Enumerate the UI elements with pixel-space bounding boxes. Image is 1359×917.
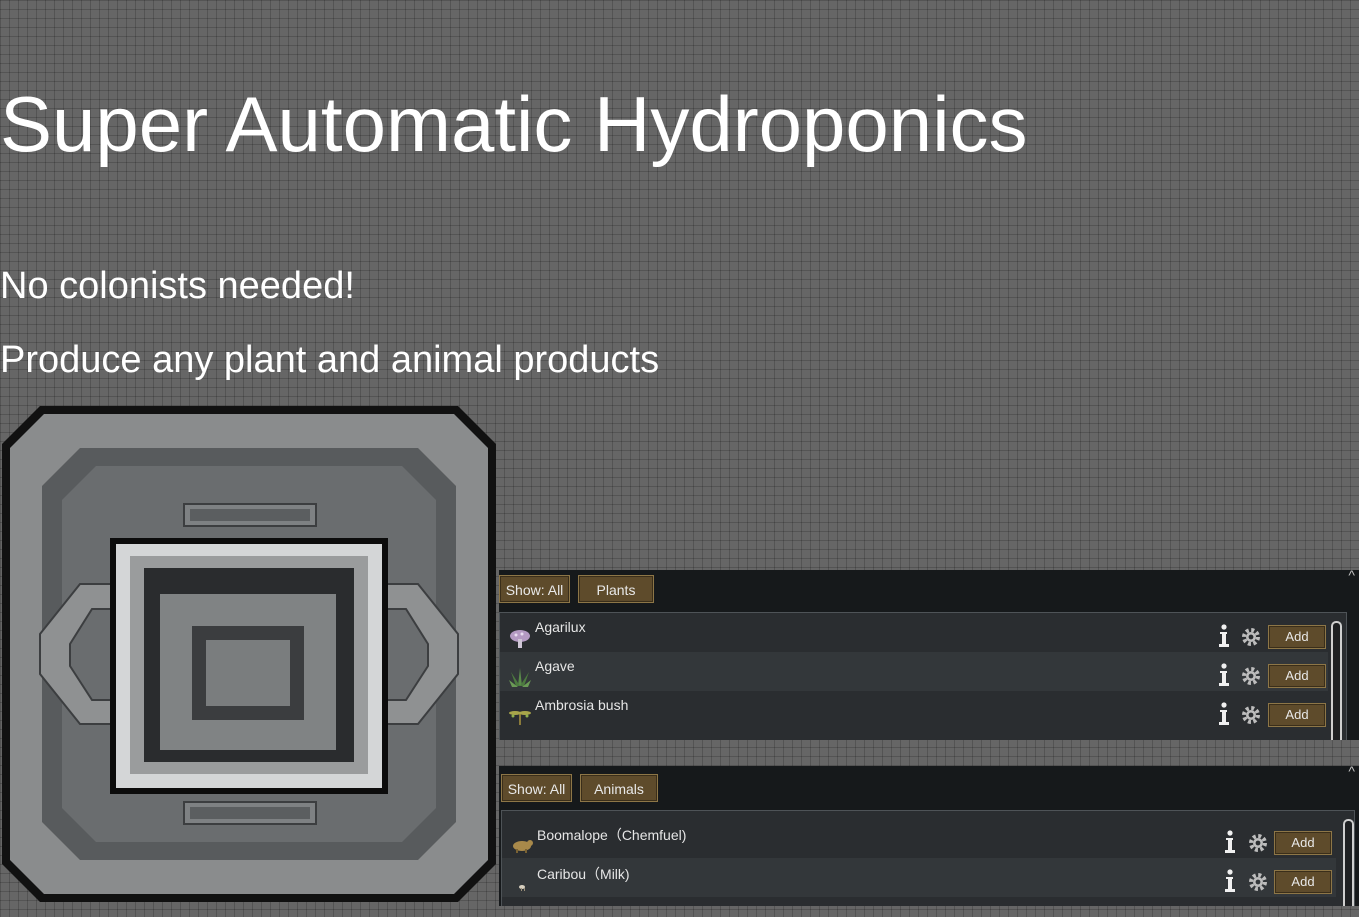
- gear-icon[interactable]: [1241, 705, 1261, 725]
- collapse-arrow-icon[interactable]: ^: [1348, 570, 1355, 583]
- list-item: Agarilux Add: [500, 613, 1328, 652]
- scrollbar[interactable]: [1331, 621, 1342, 740]
- gear-icon[interactable]: [1248, 833, 1268, 853]
- subtitle-no-colonists: No colonists needed!: [0, 265, 355, 307]
- plant-name-label: Ambrosia bush: [535, 697, 629, 713]
- add-button[interactable]: Add: [1268, 625, 1326, 649]
- plants-show-all-button[interactable]: Show: All: [499, 575, 570, 603]
- gear-icon[interactable]: [1248, 872, 1268, 892]
- plants-list: Agarilux Add Agave Add Ambrosia bush Add: [499, 612, 1347, 740]
- animals-show-all-button[interactable]: Show: All: [501, 774, 572, 802]
- info-icon[interactable]: [1217, 663, 1231, 687]
- caribou-icon: [519, 885, 525, 891]
- info-icon[interactable]: [1217, 702, 1231, 726]
- ambrosia-bush-icon: [509, 711, 531, 725]
- animals-panel: ^ Show: All Animals Boomalope（Chemfuel): [499, 766, 1359, 906]
- list-item: Ambrosia bush Add: [500, 691, 1328, 730]
- agave-plant-icon: [509, 668, 531, 687]
- list-item: Boomalope（Chemfuel) Add: [502, 819, 1336, 858]
- plant-name-label: Agave: [535, 658, 575, 674]
- scrollbar[interactable]: [1343, 819, 1354, 906]
- animals-list: Boomalope（Chemfuel) Add Caribou（Milk) Ad…: [501, 810, 1355, 906]
- animals-category-button[interactable]: Animals: [580, 774, 658, 802]
- subtitle-produce: Produce any plant and animal products: [0, 339, 660, 381]
- add-button[interactable]: Add: [1274, 870, 1332, 894]
- collapse-arrow-icon[interactable]: ^: [1348, 766, 1355, 779]
- animal-name-label: Caribou（Milk): [537, 866, 630, 882]
- boomalope-icon: [513, 840, 533, 853]
- gear-icon[interactable]: [1241, 627, 1261, 647]
- add-button[interactable]: Add: [1268, 703, 1326, 727]
- list-item: Agave Add: [500, 652, 1328, 691]
- gear-icon[interactable]: [1241, 666, 1261, 686]
- plants-panel: ^ Show: All Plants Agarilux Add Agave Ad…: [499, 570, 1359, 740]
- animal-name-label: Boomalope（Chemfuel): [537, 827, 687, 843]
- list-item: Caribou（Milk) Add: [502, 858, 1336, 897]
- page-title: Super Automatic Hydroponics: [0, 80, 1028, 168]
- info-icon[interactable]: [1217, 624, 1231, 648]
- plants-category-button[interactable]: Plants: [578, 575, 654, 603]
- add-button[interactable]: Add: [1268, 664, 1326, 688]
- plant-name-label: Agarilux: [535, 619, 586, 635]
- add-button[interactable]: Add: [1274, 831, 1332, 855]
- hydroponics-device-image: [2, 406, 496, 902]
- agarilux-mushroom-icon: [510, 630, 530, 648]
- info-icon[interactable]: [1223, 830, 1237, 854]
- info-icon[interactable]: [1223, 869, 1237, 893]
